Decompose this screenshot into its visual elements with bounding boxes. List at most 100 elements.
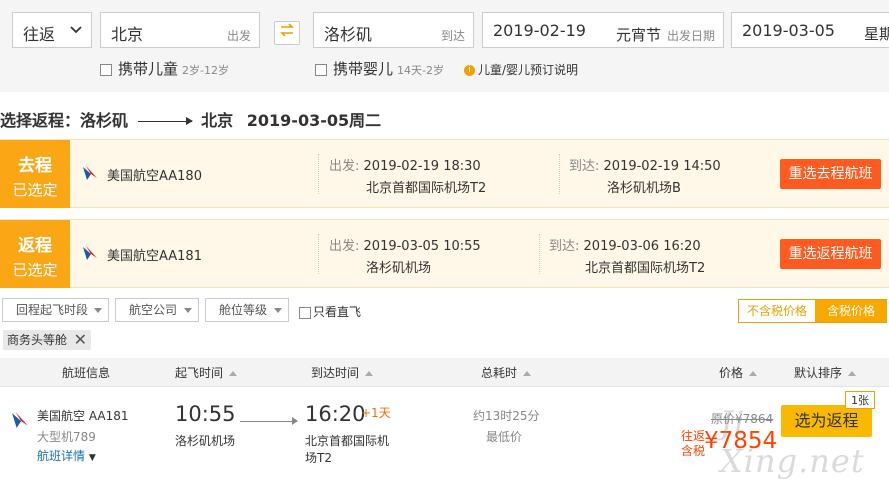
arrive-airport-line2: 场T2 [305,451,332,465]
heading-destination: 北京 [201,111,234,130]
price-mode-toggle: 不含税价格 含税价格 [738,299,887,323]
col-duration-label: 总耗时 [481,366,518,380]
return-date-value: 2019-03-05 [742,21,835,40]
depart-date-hint: 出发日期 [666,29,715,43]
sort-up-icon [523,371,532,376]
outbound-arrive-airport: 洛杉矶机场B [607,181,681,196]
return-airline: 美国航空AA181 [107,249,202,264]
col-depart-time[interactable]: 起飞时间 [175,364,238,381]
price-prefix-tax: 含税 [681,444,706,458]
return-depart-time: 出发: 2019-03-05 10:55 [329,235,481,254]
arrow-right-icon [240,421,296,422]
aircraft-type: 大型机789 [37,430,96,444]
infant-checkbox-box[interactable] [315,63,327,76]
arrive-label: 到达: [549,239,580,254]
direct-only-box[interactable] [299,306,311,319]
outbound-badge: 去程 已选定 [0,140,70,208]
return-date-input[interactable]: 2019-03-05 星期 [731,12,889,48]
airline-filter[interactable]: 航空公司 [115,298,199,322]
arrive-label: 到达: [569,159,600,174]
to-city-value: 洛杉矶 [324,25,373,44]
price-excl-tax-option[interactable]: 不含税价格 [739,300,815,322]
lowest-price-note: 最低价 [486,430,523,444]
col-price[interactable]: 价格 [719,364,758,381]
col-default-sort[interactable]: 默认排序 [794,364,857,381]
depart-label: 出发: [329,239,360,254]
plus-day-badge: +1天 [361,406,391,420]
heading-date: 2019-03-05周二 [246,111,382,130]
badge-title: 去程 [18,156,52,176]
divider [539,234,541,274]
airline-name: 美国航空 [37,409,86,423]
sort-up-icon [749,371,758,376]
col-depart-label: 起飞时间 [175,366,224,380]
col-arrive-time[interactable]: 到达时间 [311,364,374,381]
direct-only-checkbox[interactable]: 只看直飞 [299,303,361,320]
direct-only-label: 只看直飞 [313,305,362,319]
watermark: Ji Xing.net [720,404,865,480]
time-slot-label: 回程起飞时段 [16,303,89,317]
depart-time: 2019-02-19 18:30 [363,159,481,174]
return-arrive-time: 到达: 2019-03-06 16:20 [549,235,701,254]
reselect-return-button[interactable]: 重选返程航班 [780,239,881,269]
child-checkbox[interactable]: 携带儿童 2岁-12岁 [100,58,229,79]
to-city-input[interactable]: 洛杉矶 到达 [313,12,474,48]
time-slot-filter[interactable]: 回程起飞时段 [2,298,109,322]
chevron-down-icon [70,23,82,39]
arrow-right-icon [137,117,193,125]
search-bar: 往返 北京 出发 洛杉矶 到达 2019-02-19 元宵节 出发日期 2019… [0,0,889,92]
cabin-filter-label: 舱位等级 [219,303,268,317]
booking-note-link[interactable]: i 儿童/婴儿预订说明 [464,61,578,78]
col-flight-info: 航班信息 [62,366,111,380]
arrive-time: 16:20 [305,402,366,426]
badge-subtitle: 已选定 [12,181,58,199]
outbound-arrive-time: 到达: 2019-02-19 14:50 [569,155,721,174]
price-incl-tax-option[interactable]: 含税价格 [815,300,887,322]
airline-filter-label: 航空公司 [129,303,178,317]
depart-date-input[interactable]: 2019-02-19 元宵节 出发日期 [482,12,724,48]
sort-up-icon [229,371,238,376]
badge-title: 返程 [18,236,52,256]
reselect-outbound-button[interactable]: 重选去程航班 [780,159,881,189]
return-weekday: 星期 [864,25,889,43]
details-label: 航班详情 [37,449,86,463]
american-airlines-logo-icon [11,410,29,434]
caret-down-icon [274,308,282,313]
arrive-time: 2019-03-06 16:20 [583,239,701,254]
info-icon: i [464,65,475,76]
to-hint: 到达 [440,29,465,43]
outbound-depart-time: 出发: 2019-02-19 18:30 [329,155,481,174]
arrive-time: 2019-02-19 14:50 [603,159,721,174]
active-filter-tag: 商务头等舱 ✕ [3,330,92,350]
american-airlines-logo-icon [82,165,98,181]
sort-up-icon [365,371,374,376]
return-depart-airport: 洛杉矶机场 [366,261,432,276]
infant-label: 携带婴儿 [333,60,394,78]
trip-type-select[interactable]: 往返 [12,12,92,48]
infant-checkbox[interactable]: 携带婴儿 14天-2岁 [315,58,444,79]
heading-origin: 选择返程：洛杉矶 [0,111,129,130]
depart-time: 2019-03-05 10:55 [363,239,481,254]
col-duration[interactable]: 总耗时 [481,364,532,381]
selected-outbound-row: 去程 已选定 美国航空AA180 出发: 2019-02-19 18:30 北京… [0,139,889,208]
flight-details-link[interactable]: 航班详情 ▼ [37,447,96,464]
divider [318,234,320,274]
swap-cities-icon[interactable] [274,21,300,45]
page-title: 选择返程：洛杉矶 北京 2019-03-05周二 [0,107,381,131]
badge-subtitle: 已选定 [12,261,58,279]
from-city-value: 北京 [111,25,144,44]
chevron-down-icon: ▼ [88,453,96,463]
caret-down-icon [184,308,192,313]
results-header: 航班信息 起飞时间 到达时间 总耗时 价格 默认排序 [0,358,889,387]
divider [559,154,561,194]
from-city-input[interactable]: 北京 出发 [100,12,260,48]
flight-airline: 美国航空 AA181 [37,407,129,424]
arrow-head [292,417,298,425]
flight-number: AA181 [88,409,129,423]
col-arrive-label: 到达时间 [311,366,360,380]
close-icon[interactable]: ✕ [74,330,87,350]
child-checkbox-box[interactable] [100,63,112,76]
cabin-filter[interactable]: 舱位等级 [205,298,289,322]
active-filter-label: 商务头等舱 [7,333,68,347]
from-hint: 出发 [226,29,251,43]
